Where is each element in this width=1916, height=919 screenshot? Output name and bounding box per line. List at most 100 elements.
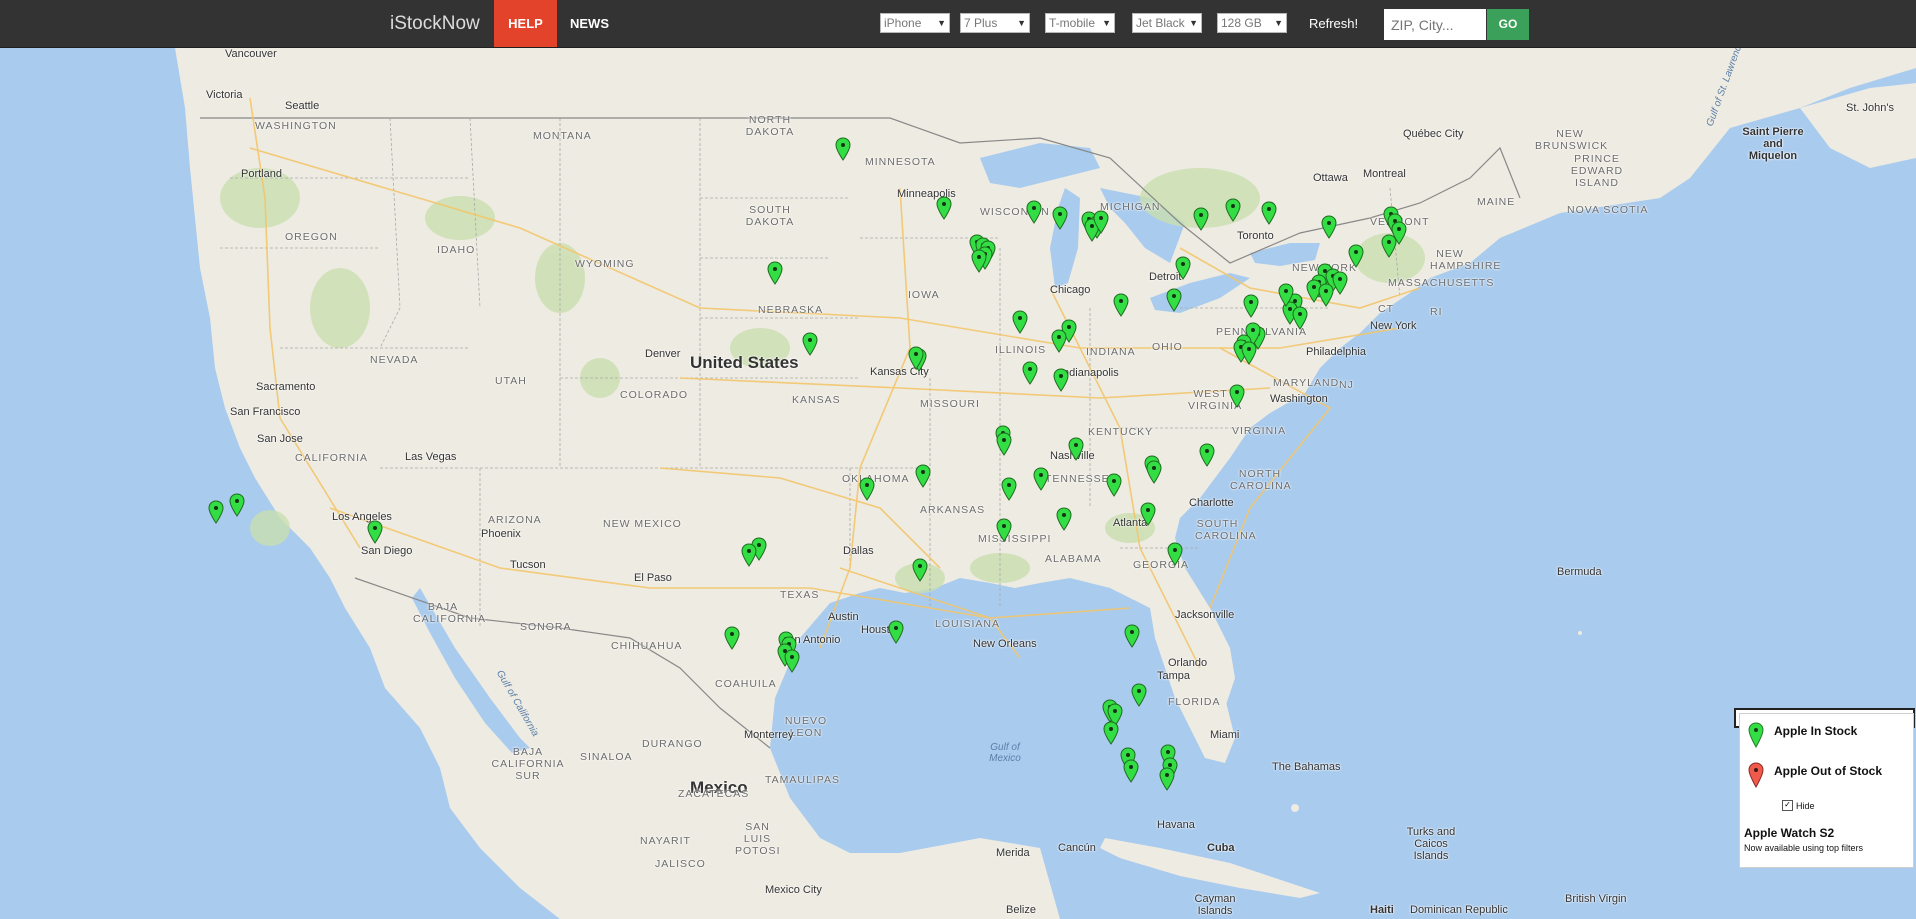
state-label-zacatecas: ZACATECAS [678, 788, 750, 800]
state-label-louisiana: LOUISIANA [935, 618, 1001, 630]
device-select[interactable]: iPhone ▼ [880, 13, 950, 33]
in-stock-store-pin[interactable] [1068, 437, 1084, 461]
in-stock-store-pin[interactable] [741, 543, 757, 568]
in-stock-store-pin[interactable] [1199, 443, 1215, 467]
in-stock-store-pin[interactable] [1146, 460, 1162, 485]
in-stock-store-pin[interactable] [1051, 329, 1067, 353]
in-stock-store-pin[interactable] [1348, 244, 1364, 268]
in-stock-store-pin[interactable] [1241, 341, 1257, 365]
state-label-sinaloa: SINALOA [580, 751, 633, 763]
in-stock-store-pin[interactable] [915, 463, 931, 488]
in-stock-store-pin[interactable] [936, 196, 952, 221]
in-stock-store-pin[interactable] [1332, 271, 1348, 295]
in-stock-store-pin[interactable] [1243, 294, 1259, 318]
in-stock-store-pin[interactable] [1056, 507, 1072, 531]
in-stock-store-pin[interactable] [996, 518, 1012, 542]
in-stock-store-pin[interactable] [996, 432, 1012, 456]
color-select[interactable]: Jet Black ▼ [1132, 13, 1202, 33]
state-label-oregon: OREGON [285, 231, 338, 243]
country-label-dominican: Dominican Republic [1410, 904, 1508, 916]
map-canvas[interactable]: United States Mexico Cuba The Bahamas Be… [0, 48, 1916, 919]
in-stock-store-pin[interactable] [724, 626, 740, 650]
city-label-vancouver: Vancouver [225, 48, 277, 60]
in-stock-store-pin[interactable] [1225, 198, 1241, 222]
state-label-newhampshire: NEW HAMPSHIRE [1430, 248, 1502, 272]
in-stock-store-pin[interactable] [1229, 384, 1245, 409]
carrier-select[interactable]: T-mobile ▼ [1045, 13, 1115, 33]
state-label-nevada: NEVADA [370, 354, 419, 366]
watch-title: Apple Watch S2 [1744, 826, 1835, 840]
in-stock-store-pin[interactable] [1278, 283, 1294, 307]
in-stock-store-pin[interactable] [367, 520, 383, 544]
state-label-arkansas: ARKANSAS [920, 504, 986, 516]
go-button[interactable]: GO [1487, 9, 1529, 40]
refresh-button[interactable]: Refresh! [1309, 0, 1358, 47]
out-of-stock-pin-icon [1748, 762, 1764, 788]
in-stock-store-pin[interactable] [971, 249, 987, 274]
in-stock-store-pin[interactable] [767, 261, 783, 285]
in-stock-store-pin[interactable] [1166, 288, 1182, 312]
city-label-austin: Austin [828, 611, 859, 623]
in-stock-store-pin[interactable] [1033, 467, 1049, 491]
in-stock-store-pin[interactable] [908, 346, 924, 370]
in-stock-store-pin[interactable] [1022, 361, 1038, 385]
in-stock-store-pin[interactable] [859, 477, 875, 501]
in-stock-store-pin[interactable] [1124, 624, 1140, 648]
in-stock-store-pin[interactable] [1131, 683, 1147, 707]
state-label-idaho: IDAHO [437, 244, 476, 256]
in-stock-store-pin[interactable] [1140, 502, 1156, 526]
in-stock-store-pin[interactable] [784, 649, 800, 674]
capacity-select-value: 128 GB [1221, 16, 1262, 30]
in-stock-store-pin[interactable] [1106, 473, 1122, 498]
city-label-jacksonville: Jacksonville [1175, 609, 1235, 621]
country-label-stpierre: Saint Pierre and Miquelon [1742, 126, 1804, 162]
in-stock-store-pin[interactable] [1113, 293, 1129, 317]
in-stock-store-pin[interactable] [1175, 256, 1191, 280]
in-stock-store-pin[interactable] [802, 332, 818, 357]
in-stock-store-pin[interactable] [1026, 200, 1042, 224]
carrier-select-value: T-mobile [1049, 16, 1096, 30]
city-label-havana: Havana [1157, 819, 1195, 831]
brand-logo[interactable]: iStockNow [390, 0, 480, 47]
state-label-nayarit: NAYARIT [640, 835, 691, 847]
nav-help-button[interactable]: HELP [494, 0, 557, 47]
in-stock-store-pin[interactable] [1318, 283, 1334, 307]
hide-checkbox[interactable]: ✓ [1782, 800, 1793, 811]
in-stock-store-pin[interactable] [208, 500, 224, 524]
in-stock-store-pin[interactable] [1001, 477, 1017, 502]
city-label-phoenix: Phoenix [481, 528, 521, 540]
state-label-maryland: MARYLAND [1273, 377, 1340, 389]
in-stock-store-pin[interactable] [1167, 542, 1183, 567]
nav-news-link[interactable]: NEWS [570, 0, 609, 47]
state-label-missouri: MISSOURI [920, 398, 980, 410]
state-label-nebraska: NEBRASKA [758, 304, 824, 316]
in-stock-store-pin[interactable] [1321, 214, 1337, 239]
island-bermuda [1578, 631, 1582, 635]
in-stock-store-pin[interactable] [1052, 206, 1068, 231]
in-stock-store-pin[interactable] [1261, 201, 1277, 226]
state-label-newbrunswick: NEW BRUNSWICK [1535, 128, 1609, 152]
city-label-stjohns: St. John's [1846, 102, 1894, 114]
state-label-minnesota: MINNESOTA [865, 156, 936, 168]
in-stock-store-pin[interactable] [1159, 767, 1175, 792]
zip-search-input[interactable] [1384, 9, 1486, 40]
in-stock-store-pin[interactable] [1012, 310, 1028, 334]
in-stock-store-pin[interactable] [1093, 210, 1109, 235]
in-stock-store-pin[interactable] [1381, 234, 1397, 259]
in-stock-store-pin[interactable] [1193, 207, 1209, 231]
in-stock-pin-icon [1748, 722, 1764, 748]
map-legend: Apple In Stock Apple Out of Stock ✓ Hide… [1739, 713, 1914, 868]
in-stock-store-pin[interactable] [1053, 368, 1069, 392]
model-select[interactable]: 7 Plus ▼ [960, 13, 1030, 33]
in-stock-store-pin[interactable] [912, 558, 928, 582]
in-stock-store-pin[interactable] [888, 620, 904, 644]
capacity-select[interactable]: 128 GB ▼ [1217, 13, 1287, 33]
in-stock-store-pin[interactable] [1103, 721, 1119, 745]
country-label-cuba: Cuba [1207, 842, 1235, 854]
country-label-cayman: Cayman Islands [1194, 893, 1236, 917]
in-stock-store-pin[interactable] [835, 137, 851, 162]
in-stock-store-pin[interactable] [229, 493, 245, 518]
in-stock-store-pin[interactable] [1123, 759, 1139, 783]
in-stock-store-pin[interactable] [1292, 306, 1308, 330]
legend-in-stock-label: Apple In Stock [1774, 724, 1858, 738]
